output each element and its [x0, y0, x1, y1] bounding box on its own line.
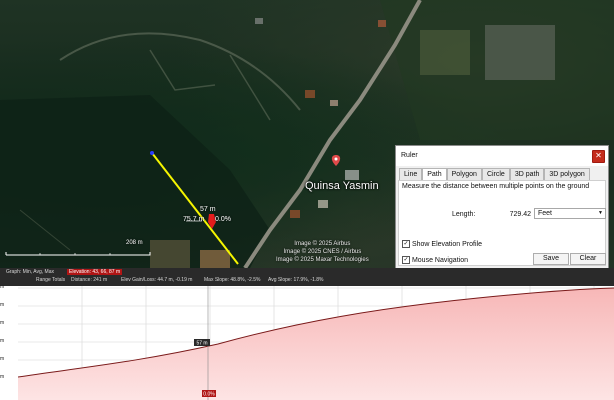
clear-button[interactable]: Clear — [570, 253, 606, 265]
checkbox-icon: ✓ — [402, 240, 410, 248]
y-axis-label: m — [0, 356, 5, 362]
mouse-navigation-checkbox[interactable]: ✓ Mouse Navigation — [402, 256, 468, 264]
profile-header: Graph: Min, Avg, Max Elevation: 43, 66, … — [0, 268, 614, 286]
tab-3d-path[interactable]: 3D path — [509, 168, 545, 180]
place-label[interactable]: Quinsa Yasmin — [305, 180, 379, 192]
tab-path[interactable]: Path — [422, 168, 447, 180]
elevation-stats: Elevation: 43, 66, 87 m — [67, 269, 123, 275]
elevation-area — [18, 288, 614, 400]
y-axis-label: m — [0, 320, 5, 326]
save-button[interactable]: Save — [533, 253, 569, 265]
checkbox-icon: ✓ — [402, 256, 410, 264]
show-elevation-label: Show Elevation Profile — [411, 240, 482, 248]
show-elevation-checkbox[interactable]: ✓ Show Elevation Profile — [402, 240, 482, 248]
elevation-profile[interactable]: Graph: Min, Avg, Max Elevation: 43, 66, … — [0, 268, 614, 400]
max-slope-stat: Max Slope: 48.8%, -2.5% — [204, 277, 261, 283]
range-totals-label: Range Totals — [36, 277, 66, 283]
credit-line: Image © 2025 Maxar Technologies — [276, 257, 369, 263]
tab-polygon[interactable]: Polygon — [446, 168, 482, 180]
slope-readout: 0.0% — [215, 216, 231, 223]
distance-stat: Distance: 241 m — [71, 277, 108, 283]
y-axis-label: m — [0, 338, 5, 344]
graph-stats-label: Graph: Min, Avg, Max — [6, 269, 54, 275]
ruler-description: Measure the distance between multiple po… — [402, 183, 590, 190]
marker-elev-text: 57 m — [196, 341, 207, 347]
elevation-readout: 75.7 m — [183, 216, 205, 223]
tab-line[interactable]: Line — [399, 168, 423, 180]
close-icon[interactable]: ✕ — [592, 150, 605, 163]
credit-line: Image © 2025 Airbus — [294, 241, 351, 247]
path-start-point — [150, 151, 154, 155]
ruler-dialog: Ruler ✕ Line Path Polygon Circle 3D path… — [395, 145, 609, 269]
y-axis-label: m — [0, 374, 5, 380]
imagery-credits: Image © 2025 Airbus Image © 2025 CNES / … — [276, 240, 369, 264]
credit-line: Image © 2025 CNES / Airbus — [283, 249, 362, 255]
length-label: Length: — [452, 211, 476, 218]
dialog-titlebar[interactable]: Ruler ✕ — [396, 146, 608, 166]
unit-value: Feet — [538, 210, 553, 217]
y-axis-label: m — [0, 284, 5, 290]
chevron-down-icon: ▼ — [598, 210, 603, 216]
tab-circle[interactable]: Circle — [481, 168, 510, 180]
ruler-panel: Measure the distance between multiple po… — [398, 180, 606, 266]
scale-label: 208 m — [126, 240, 143, 246]
ruler-tabs: Line Path Polygon Circle 3D path 3D poly… — [399, 168, 590, 180]
unit-select[interactable]: Feet ▼ — [534, 208, 606, 219]
marker-slope-text: 0.0% — [203, 392, 215, 398]
dialog-title: Ruler — [401, 152, 418, 159]
segment-length-label: 57 m — [200, 206, 216, 213]
mouse-navigation-label: Mouse Navigation — [411, 256, 468, 264]
profile-chart[interactable]: 57 m 0.0% — [18, 286, 614, 400]
avg-slope-stat: Avg Slope: 17.9%, -1.8% — [268, 277, 324, 283]
tab-3d-polygon[interactable]: 3D polygon — [544, 168, 590, 180]
y-axis-label: m — [0, 302, 5, 308]
elev-gain-stat: Elev Gain/Loss: 44.7 m, -0.19 m — [121, 277, 193, 283]
length-value: 729.42 — [509, 211, 531, 218]
